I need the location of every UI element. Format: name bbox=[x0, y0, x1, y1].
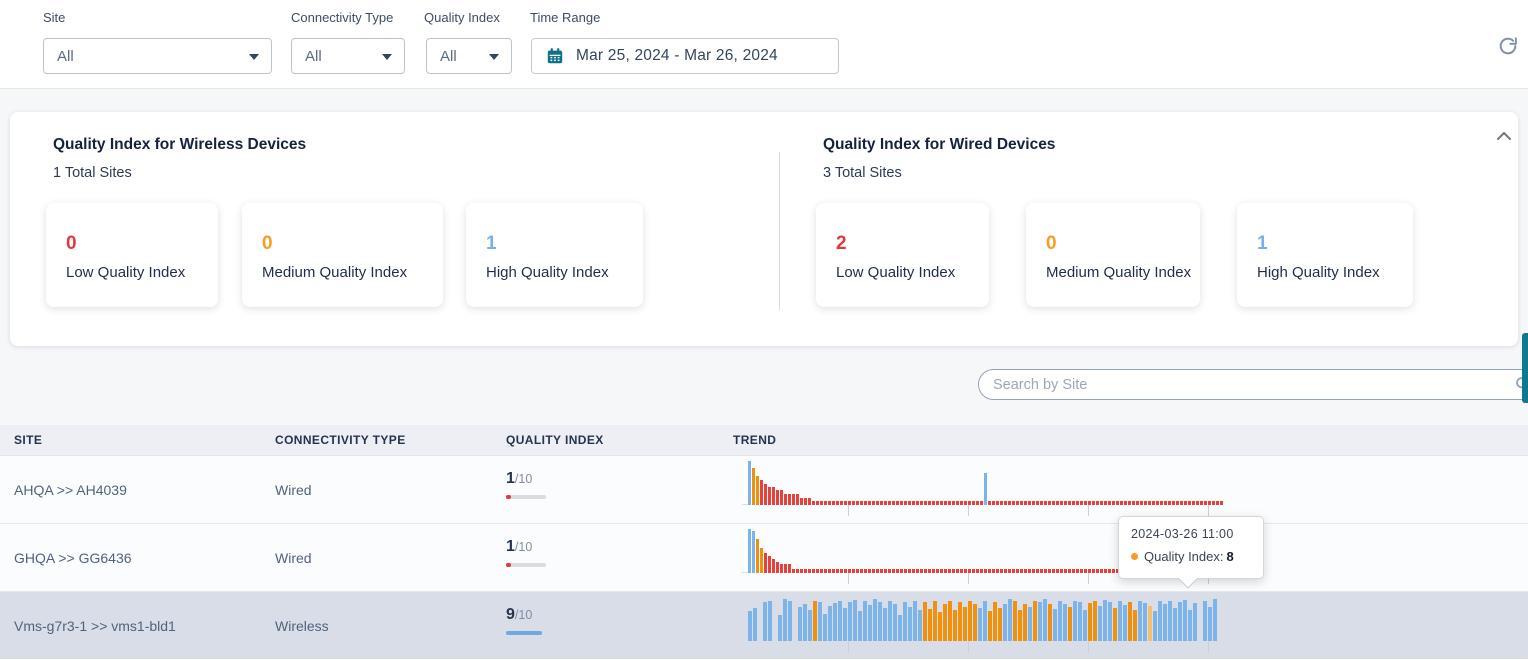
quality-progress-fill bbox=[506, 563, 511, 567]
quality-index-cell: 1/10 bbox=[506, 470, 546, 499]
axis-tick bbox=[968, 505, 969, 516]
search-input[interactable] bbox=[978, 369, 1528, 400]
site-cell: Vms-g7r3-1 >> vms1-bld1 bbox=[14, 592, 176, 660]
wireless-medium-quality-card: 0 Medium Quality Index bbox=[242, 203, 443, 307]
table-header: SITE CONNECTIVITY TYPE QUALITY INDEX TRE… bbox=[0, 425, 1528, 455]
axis-tick bbox=[848, 641, 849, 652]
caret-down-icon bbox=[382, 54, 392, 60]
connectivity-select[interactable]: All bbox=[291, 38, 405, 74]
quality-max: /10 bbox=[515, 472, 532, 486]
quality-index-cell: 9/10 bbox=[506, 606, 546, 635]
site-filter-label: Site bbox=[43, 10, 65, 25]
quality-select[interactable]: All bbox=[426, 38, 512, 74]
wireless-total-sites: 1 Total Sites bbox=[53, 165, 132, 181]
time-range-label: Time Range bbox=[530, 10, 600, 25]
trend-sparkline bbox=[748, 597, 1218, 641]
wired-low-quality-card: 2 Low Quality Index bbox=[816, 203, 989, 307]
wireless-medium-count: 0 bbox=[262, 233, 443, 255]
series-dot-icon bbox=[1131, 553, 1138, 560]
tooltip-arrow bbox=[1179, 578, 1197, 587]
quality-progress-track bbox=[506, 631, 546, 635]
axis-tick bbox=[1208, 641, 1209, 652]
quality-value: 9 bbox=[506, 606, 515, 623]
axis-tick bbox=[1088, 505, 1089, 516]
trend-cell[interactable] bbox=[733, 592, 1238, 660]
refresh-icon[interactable] bbox=[1497, 35, 1519, 57]
wireless-low-quality-card: 0 Low Quality Index bbox=[46, 203, 218, 307]
chevron-up-icon[interactable] bbox=[1492, 126, 1516, 146]
axis-tick bbox=[1208, 505, 1209, 516]
quality-progress-track bbox=[506, 495, 546, 499]
wireless-medium-label: Medium Quality Index bbox=[262, 264, 443, 281]
trend-sparkline bbox=[748, 461, 1224, 505]
axis-tick bbox=[968, 641, 969, 652]
quality-value: 1 bbox=[506, 538, 515, 555]
quality-max: /10 bbox=[515, 540, 532, 554]
wired-medium-count: 0 bbox=[1046, 233, 1200, 255]
quality-summary-panel: Quality Index for Wireless Devices 1 Tot… bbox=[10, 112, 1518, 346]
wired-low-count: 2 bbox=[836, 233, 989, 255]
connectivity-select-value: All bbox=[292, 48, 322, 65]
wired-high-count: 1 bbox=[1257, 233, 1413, 255]
wireless-panel-title: Quality Index for Wireless Devices bbox=[53, 136, 306, 154]
axis-tick bbox=[848, 505, 849, 516]
axis-tick bbox=[1088, 573, 1089, 584]
trend-cell[interactable] bbox=[733, 456, 1238, 524]
wireless-low-count: 0 bbox=[66, 233, 218, 255]
tooltip-value: 8 bbox=[1227, 549, 1234, 564]
search-container bbox=[978, 369, 1528, 400]
site-cell: GHQA >> GG6436 bbox=[14, 524, 132, 592]
quality-max: /10 bbox=[515, 608, 532, 622]
column-header-connectivity: CONNECTIVITY TYPE bbox=[275, 425, 406, 455]
sites-table: SITE CONNECTIVITY TYPE QUALITY INDEX TRE… bbox=[0, 425, 1528, 655]
quality-filter-label: Quality Index bbox=[424, 10, 500, 25]
tooltip-label: Quality Index: bbox=[1144, 549, 1224, 564]
wired-high-label: High Quality Index bbox=[1257, 264, 1413, 281]
wired-low-label: Low Quality Index bbox=[836, 264, 989, 281]
table-row[interactable]: GHQA >> GG6436 Wired 1/10 bbox=[0, 523, 1528, 591]
time-range-picker[interactable]: Mar 25, 2024 - Mar 26, 2024 bbox=[531, 38, 839, 74]
vertical-scrollbar-thumb[interactable] bbox=[1522, 333, 1528, 403]
wired-high-quality-card: 1 High Quality Index bbox=[1237, 203, 1413, 307]
wired-total-sites: 3 Total Sites bbox=[823, 165, 902, 181]
wireless-low-label: Low Quality Index bbox=[66, 264, 218, 281]
caret-down-icon bbox=[489, 54, 499, 60]
wired-medium-quality-card: 0 Medium Quality Index bbox=[1026, 203, 1200, 307]
wired-panel-title: Quality Index for Wired Devices bbox=[823, 136, 1055, 154]
connectivity-cell: Wired bbox=[275, 524, 312, 592]
table-row[interactable]: Vms-g7r3-1 >> vms1-bld1 Wireless 9/10 bbox=[0, 591, 1528, 659]
wireless-high-quality-card: 1 High Quality Index bbox=[466, 203, 643, 307]
table-row[interactable]: AHQA >> AH4039 Wired 1/10 bbox=[0, 455, 1528, 523]
wireless-high-count: 1 bbox=[486, 233, 643, 255]
panel-divider bbox=[779, 152, 780, 310]
calendar-icon bbox=[546, 47, 564, 65]
tooltip-value-line: Quality Index: 8 bbox=[1131, 549, 1251, 564]
chart-tooltip: 2024-03-26 11:00 Quality Index: 8 bbox=[1118, 516, 1264, 579]
tooltip-datetime: 2024-03-26 11:00 bbox=[1131, 527, 1251, 541]
site-select-value: All bbox=[44, 48, 74, 65]
column-header-trend: TREND bbox=[733, 425, 776, 455]
column-header-site: SITE bbox=[14, 425, 42, 455]
wireless-high-label: High Quality Index bbox=[486, 264, 643, 281]
quality-progress-fill bbox=[506, 495, 511, 499]
quality-value: 1 bbox=[506, 470, 515, 487]
wired-medium-label: Medium Quality Index bbox=[1046, 264, 1200, 281]
axis-tick bbox=[848, 573, 849, 584]
site-select[interactable]: All bbox=[43, 38, 272, 74]
caret-down-icon bbox=[249, 54, 259, 60]
quality-select-value: All bbox=[427, 48, 457, 65]
connectivity-filter-label: Connectivity Type bbox=[291, 10, 393, 25]
filter-bar: Site Connectivity Type Quality Index Tim… bbox=[0, 0, 1528, 89]
axis-tick bbox=[1088, 641, 1089, 652]
site-cell: AHQA >> AH4039 bbox=[14, 456, 127, 524]
column-header-quality: QUALITY INDEX bbox=[506, 425, 604, 455]
quality-progress-track bbox=[506, 563, 546, 567]
time-range-value: Mar 25, 2024 - Mar 26, 2024 bbox=[576, 47, 778, 65]
quality-progress-fill bbox=[506, 631, 542, 635]
connectivity-cell: Wireless bbox=[275, 592, 329, 660]
axis-tick bbox=[968, 573, 969, 584]
quality-index-cell: 1/10 bbox=[506, 538, 546, 567]
connectivity-cell: Wired bbox=[275, 456, 312, 524]
